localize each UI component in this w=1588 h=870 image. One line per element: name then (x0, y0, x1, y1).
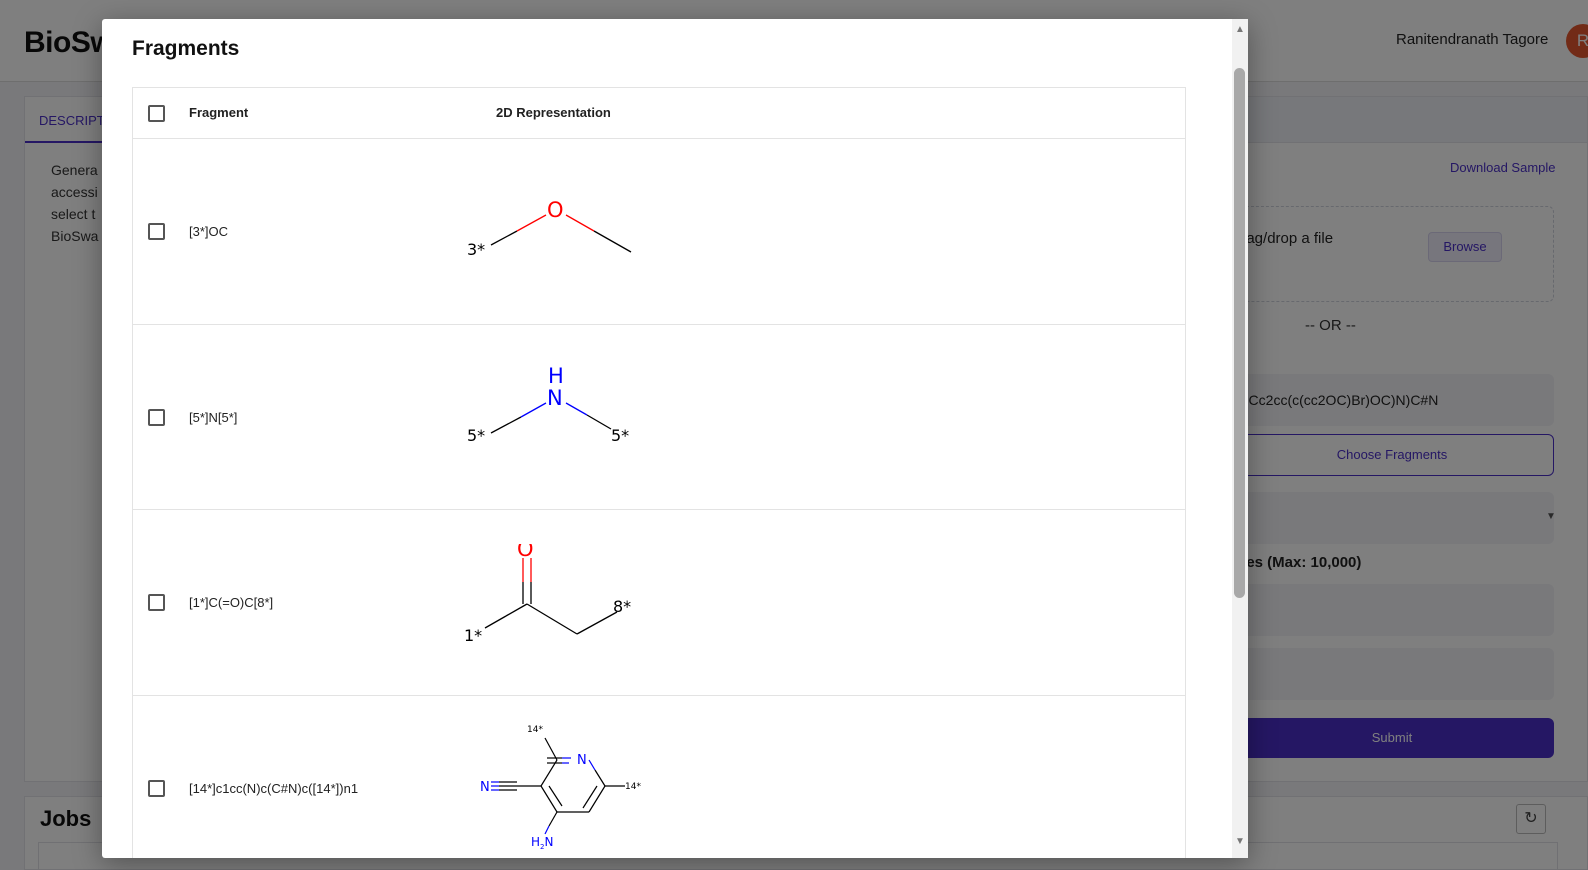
hydrogen-atom-label: H (548, 364, 564, 388)
fragment-smiles: [14*]c1cc(N)c(C#N)c([14*])n1 (189, 781, 359, 796)
scrollbar-thumb[interactable] (1234, 68, 1245, 598)
scroll-up-icon[interactable]: ▲ (1232, 24, 1248, 35)
attachment-point-label: 14* (625, 782, 641, 792)
fragments-table: Fragment 2D Representation [3*]OC 3* O [… (132, 87, 1186, 858)
amine-nitrogen: N (545, 835, 554, 849)
bond (484, 615, 507, 629)
row-checkbox[interactable] (148, 594, 165, 611)
select-all-checkbox[interactable] (148, 105, 165, 122)
nitrogen-atom-label: N (547, 386, 563, 410)
table-header: Fragment 2D Representation (133, 88, 1185, 139)
bond (593, 230, 632, 253)
attachment-point-label: 5* (467, 426, 485, 445)
row-checkbox[interactable] (148, 409, 165, 426)
attachment-point-label: 3* (467, 240, 485, 259)
molecule-structure: 14* 14* N N H2N (480, 725, 641, 851)
fragments-modal: Fragments Fragment 2D Representation [3*… (102, 19, 1248, 858)
bond (548, 811, 558, 827)
oxygen-atom-label: O (517, 544, 534, 561)
bond (490, 230, 518, 246)
bond (490, 416, 522, 434)
oxygen-atom-label: O (547, 198, 564, 222)
bond (594, 769, 606, 787)
attachment-point-label: 1* (464, 626, 482, 645)
fragment-smiles: [1*]C(=O)C[8*] (189, 595, 274, 610)
bond (582, 785, 598, 809)
scroll-down-icon[interactable]: ▼ (1232, 836, 1248, 847)
table-row[interactable]: [1*]C(=O)C[8*] O 1* 8* (133, 510, 1185, 696)
bond (586, 414, 612, 430)
molecule-structure: H N 5* 5* (467, 364, 629, 445)
bond (588, 785, 606, 813)
ring-nitrogen-label: N (577, 753, 587, 768)
fragment-smiles: [3*]OC (189, 224, 229, 239)
bond (544, 825, 550, 835)
bond (565, 214, 595, 232)
table-row[interactable]: [14*]c1cc(N)c(C#N)c([14*])n1 14* 14* N N… (133, 696, 1185, 858)
molecule-structure: 3* O (467, 198, 632, 259)
table-row[interactable]: [5*]N[5*] H N 5* 5* (133, 325, 1185, 510)
attachment-point-label: 14* (527, 725, 543, 735)
bond (526, 603, 578, 635)
bond (544, 737, 558, 761)
modal-title: Fragments (132, 37, 240, 60)
bond (516, 214, 547, 232)
table-row[interactable]: [3*]OC 3* O (133, 139, 1185, 325)
amine-hydrogen: H (531, 835, 540, 849)
amine-label: H2N (531, 835, 553, 851)
bond (565, 402, 588, 416)
fragment-smiles: [5*]N[5*] (189, 410, 238, 425)
molecule-structure: O 1* 8* (464, 544, 631, 645)
attachment-point-label: 5* (611, 426, 629, 445)
row-checkbox[interactable] (148, 223, 165, 240)
bond (588, 759, 596, 771)
attachment-point-label: 8* (613, 597, 631, 616)
column-header-2d-representation: 2D Representation (496, 105, 611, 120)
nitrile-nitrogen-label: N (480, 780, 490, 795)
column-header-fragment: Fragment (189, 105, 249, 120)
bond (505, 603, 528, 617)
bond (520, 402, 547, 418)
bond (540, 759, 558, 787)
row-checkbox[interactable] (148, 780, 165, 797)
bond (576, 611, 618, 635)
bond (540, 785, 558, 813)
